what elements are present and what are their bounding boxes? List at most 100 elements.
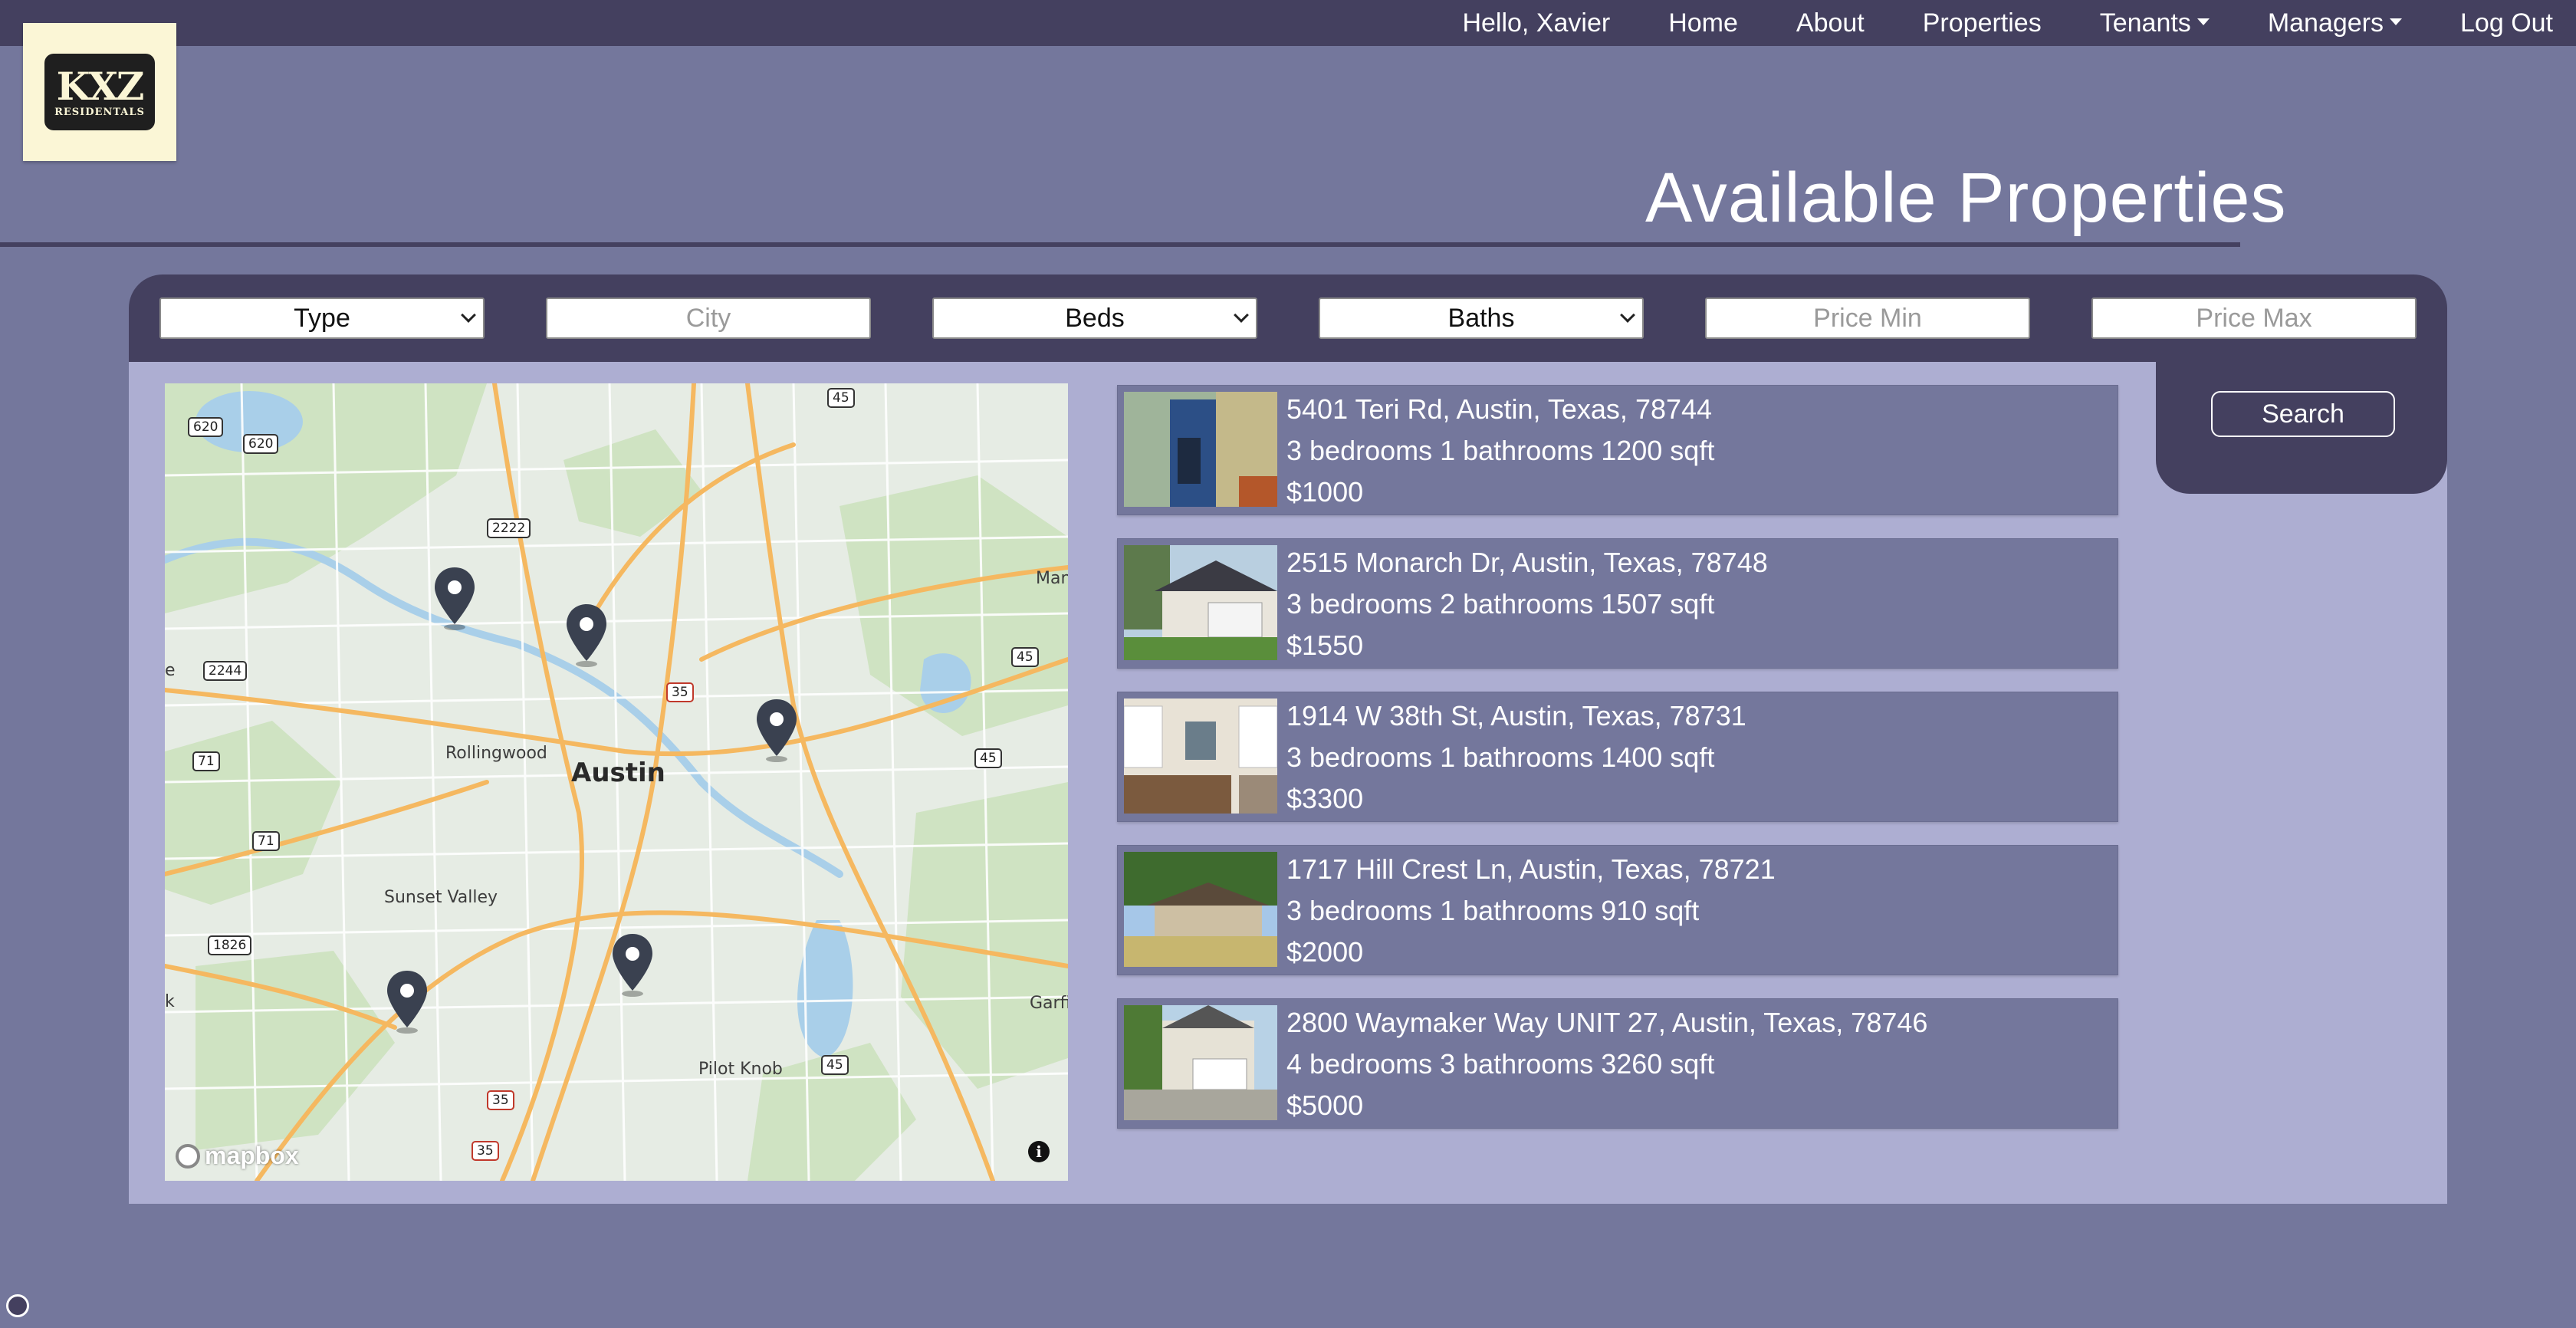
nav-tenants-label: Tenants [2099, 8, 2191, 38]
type-select-value: Type [294, 303, 350, 333]
property-info: 2800 Waymaker Way UNIT 27, Austin, Texas… [1286, 1002, 2110, 1126]
map-label-manor: Man [1036, 569, 1068, 588]
map-label-pilot-knob: Pilot Knob [698, 1060, 783, 1079]
property-info: 5401 Teri Rd, Austin, Texas, 78744 3 bed… [1286, 389, 2110, 513]
mapbox-attribution-text: mapbox [205, 1142, 299, 1169]
nav-properties-link[interactable]: Properties [1894, 8, 2071, 38]
highway-shield-2222: 2222 [487, 518, 531, 538]
map-label-garfield: Garfi [1030, 994, 1068, 1013]
logo-subtitle: RESIDENTALS [54, 106, 145, 118]
map-pin-icon[interactable] [384, 969, 430, 1034]
beds-select[interactable]: Beds [932, 297, 1257, 339]
property-details: 3 bedrooms 1 bathrooms 1200 sqft [1286, 435, 1715, 466]
baths-select-value: Baths [1447, 303, 1515, 333]
property-address: 5401 Teri Rd, Austin, Texas, 78744 [1286, 393, 1713, 425]
search-button[interactable]: Search [2211, 391, 2395, 437]
price-min-input-wrapper [1705, 297, 2030, 339]
city-input-wrapper [546, 297, 871, 339]
map-pin-icon[interactable] [610, 932, 656, 997]
highway-shield-2244: 2244 [203, 661, 248, 681]
nav-home-link[interactable]: Home [1639, 8, 1767, 38]
price-max-input-wrapper [2091, 297, 2417, 339]
logo-mark: KXZ [56, 63, 145, 109]
mapbox-attribution[interactable]: mapbox [176, 1142, 299, 1170]
property-price: $1550 [1286, 629, 1364, 661]
property-photo [1124, 545, 1277, 660]
nav-logout-link[interactable]: Log Out [2431, 8, 2562, 38]
title-divider [0, 242, 2240, 247]
search-box: Search [2156, 362, 2447, 494]
top-navbar: Hello, Xavier Home About Properties Tena… [0, 0, 2576, 46]
map-label-edge-west: e [165, 661, 176, 680]
property-card[interactable]: 2800 Waymaker Way UNIT 27, Austin, Texas… [1117, 998, 2118, 1129]
property-info: 1717 Hill Crest Ln, Austin, Texas, 78721… [1286, 849, 2110, 973]
property-details: 4 bedrooms 3 bathrooms 3260 sqft [1286, 1048, 1715, 1080]
property-price: $5000 [1286, 1090, 1364, 1121]
highway-shield-1826: 1826 [208, 935, 252, 955]
property-address: 1717 Hill Crest Ln, Austin, Texas, 78721 [1286, 853, 1776, 885]
highway-shield-620: 620 [243, 434, 279, 454]
map-label-edge-sw: k [165, 992, 175, 1011]
property-details: 3 bedrooms 1 bathrooms 910 sqft [1286, 895, 1700, 926]
logo-badge: KXZ RESIDENTALS [44, 54, 155, 130]
mapbox-logo-icon [176, 1143, 200, 1169]
property-card[interactable]: 5401 Teri Rd, Austin, Texas, 78744 3 bed… [1117, 385, 2118, 515]
nav-managers-dropdown[interactable]: Managers [2239, 8, 2431, 38]
price-min-input[interactable] [1707, 299, 2029, 337]
map-label-sunset-valley: Sunset Valley [384, 888, 498, 907]
type-select[interactable]: Type [159, 297, 485, 339]
property-price: $2000 [1286, 936, 1364, 968]
property-info: 2515 Monarch Dr, Austin, Texas, 78748 3 … [1286, 542, 2110, 666]
highway-shield-71: 71 [192, 751, 220, 771]
info-icon[interactable]: i [1028, 1141, 1050, 1162]
nav-greeting: Hello, Xavier [1462, 8, 1611, 38]
map-pin-icon[interactable] [754, 698, 800, 762]
property-photo [1124, 392, 1277, 507]
property-price: $3300 [1286, 783, 1364, 814]
highway-shield-45: 45 [1011, 647, 1039, 667]
map-pin-icon[interactable] [432, 566, 478, 630]
nav-managers-label: Managers [2267, 8, 2384, 38]
property-photo [1124, 699, 1277, 814]
highway-shield-45: 45 [827, 388, 855, 408]
chevron-down-icon [1620, 307, 1635, 323]
highway-shield-620: 620 [188, 417, 224, 437]
property-price: $1000 [1286, 476, 1364, 508]
page-title: Available Properties [1645, 159, 2287, 237]
property-address: 2515 Monarch Dr, Austin, Texas, 78748 [1286, 547, 1768, 578]
baths-select[interactable]: Baths [1319, 297, 1644, 339]
highway-shield-45: 45 [974, 748, 1002, 768]
property-card[interactable]: 1914 W 38th St, Austin, Texas, 78731 3 b… [1117, 692, 2118, 822]
map-label-rollingwood: Rollingwood [445, 744, 547, 763]
property-address: 1914 W 38th St, Austin, Texas, 78731 [1286, 700, 1746, 731]
property-details: 3 bedrooms 2 bathrooms 1507 sqft [1286, 588, 1715, 620]
caret-down-icon [2390, 18, 2403, 25]
property-info: 1914 W 38th St, Austin, Texas, 78731 3 b… [1286, 695, 2110, 820]
site-logo[interactable]: KXZ RESIDENTALS [23, 23, 176, 161]
highway-shield-45: 45 [821, 1055, 849, 1075]
chevron-down-icon [461, 307, 476, 323]
chevron-down-icon [1234, 307, 1249, 323]
city-input[interactable] [547, 299, 869, 337]
highway-shield-71: 71 [252, 831, 280, 851]
property-map[interactable]: Rollingwood Austin Sunset Valley Pilot K… [165, 383, 1068, 1181]
filter-bar: Type Beds Baths [129, 274, 2447, 362]
highway-shield-35: 35 [666, 682, 694, 702]
highway-shield-35: 35 [487, 1090, 514, 1110]
highway-shield-35: 35 [472, 1141, 499, 1161]
property-card[interactable]: 1717 Hill Crest Ln, Austin, Texas, 78721… [1117, 845, 2118, 975]
property-address: 2800 Waymaker Way UNIT 27, Austin, Texas… [1286, 1007, 1928, 1038]
map-label-austin: Austin [571, 758, 665, 788]
beds-select-value: Beds [1065, 303, 1125, 333]
nav-links: Hello, Xavier Home About Properties Tena… [1433, 0, 2562, 46]
nav-about-link[interactable]: About [1767, 8, 1894, 38]
caret-down-icon [2196, 18, 2210, 25]
map-pin-icon[interactable] [564, 603, 610, 667]
property-photo [1124, 1005, 1277, 1120]
nav-tenants-dropdown[interactable]: Tenants [2071, 8, 2239, 38]
github-icon[interactable] [6, 1294, 29, 1317]
property-details: 3 bedrooms 1 bathrooms 1400 sqft [1286, 741, 1715, 773]
property-card[interactable]: 2515 Monarch Dr, Austin, Texas, 78748 3 … [1117, 538, 2118, 669]
price-max-input[interactable] [2093, 299, 2415, 337]
property-photo [1124, 852, 1277, 967]
